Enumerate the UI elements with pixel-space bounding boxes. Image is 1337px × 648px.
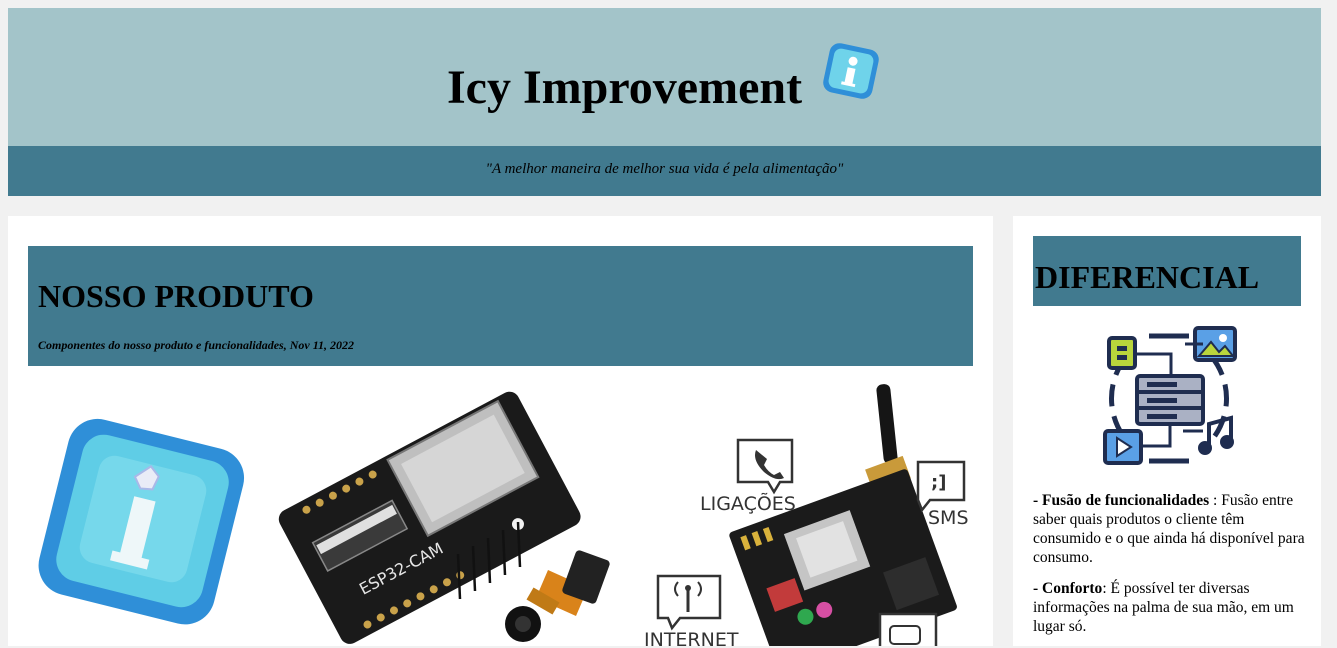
quote-band: "A melhor maneira de melhor sua vida é p…	[8, 146, 1321, 196]
info-icon	[823, 43, 879, 99]
feature-title: - Fusão de funcionalidades	[1033, 492, 1210, 509]
gsm-module	[729, 384, 957, 646]
section-header: NOSSO PRODUTO Componentes do nosso produ…	[28, 246, 973, 366]
esp32-cam-board: ESP32-CAM	[278, 391, 610, 644]
section-title: NOSSO PRODUTO	[38, 278, 314, 314]
internet-bubble-icon	[656, 574, 722, 631]
feature-title: - Conforto	[1033, 580, 1103, 597]
sidebar-title: DIFERENCIAL	[1035, 259, 1260, 295]
feature-item: - Fusão de funcionalidades : Fusão entre…	[1033, 491, 1305, 567]
multimedia-server-icon	[1103, 326, 1237, 465]
sms-glyph: ;]	[931, 472, 946, 493]
sidebar-header: DIFERENCIAL	[1033, 236, 1301, 306]
feature-separator: :	[1102, 580, 1111, 597]
section-subtitle: Componentes do nosso produto e funcional…	[38, 338, 355, 352]
site-title: Icy Improvement	[447, 61, 803, 114]
site-tagline: "A melhor maneira de melhor sua vida é p…	[485, 161, 844, 177]
product-image: ESP32-CAM LIGAÇÕES ;] SMS INTERNET	[28, 384, 973, 646]
internet-label: INTERNET	[644, 629, 739, 646]
sidebar-card: DIFERENCIAL - Fusão de funcionalidades :…	[1013, 216, 1321, 646]
sidebar-text: - Fusão de funcionalidades : Fusão entre…	[1033, 491, 1305, 648]
main-card: NOSSO PRODUTO Componentes do nosso produ…	[8, 216, 993, 646]
site-header: Icy Improvement "A melhor maneira de mel…	[8, 8, 1321, 196]
feature-item: - Conforto: É possível ter diversas info…	[1033, 579, 1305, 636]
sms-bubble-icon: ;]	[916, 460, 966, 513]
title-band: Icy Improvement	[8, 8, 1321, 146]
sms-label: SMS	[928, 507, 969, 529]
calls-label: LIGAÇÕES	[700, 492, 796, 515]
feature-separator: :	[1209, 492, 1222, 509]
info-logo-icon	[38, 418, 245, 625]
phone-bubble-icon	[736, 438, 794, 495]
product-components-illustration: ESP32-CAM LIGAÇÕES ;] SMS INTERNET	[38, 384, 969, 646]
